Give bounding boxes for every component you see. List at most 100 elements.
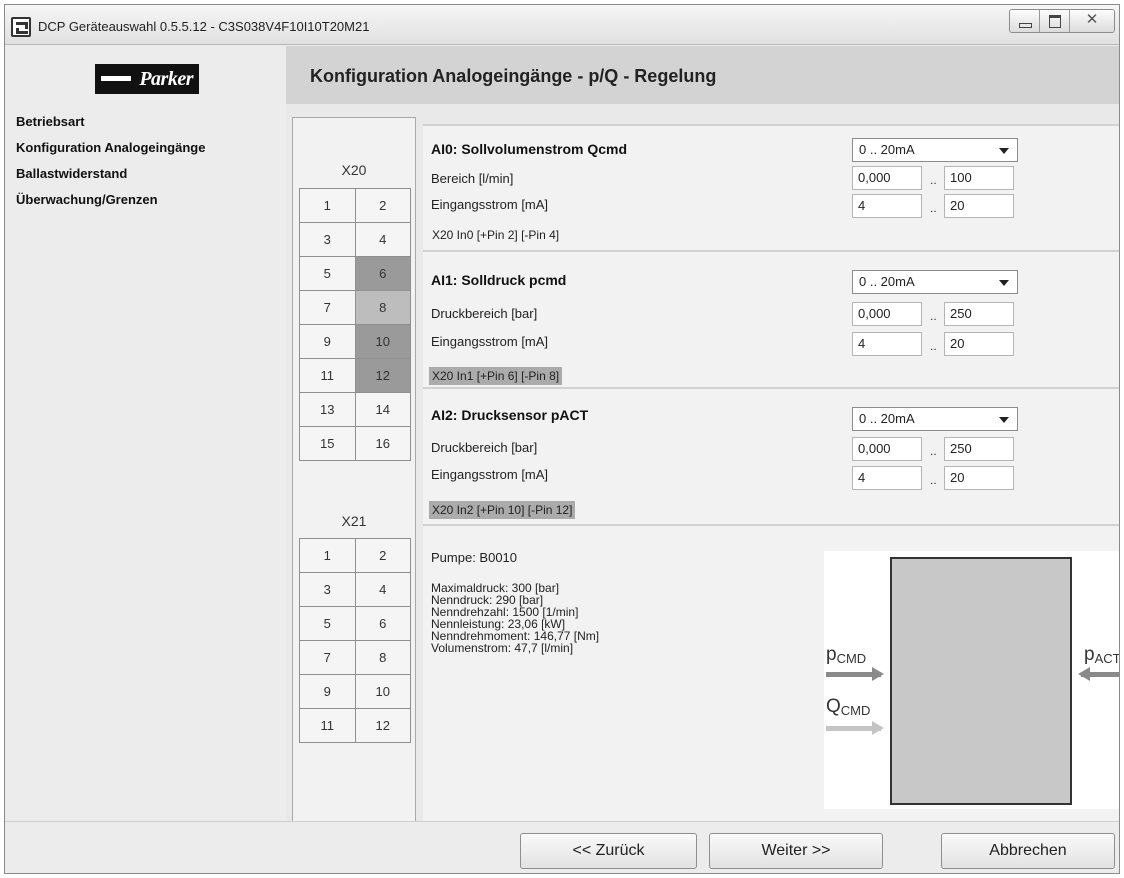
ai1-mode-select[interactable]: 0 .. 20mA [852, 270, 1018, 294]
app-icon [11, 17, 31, 37]
sidebar-item-ballastwiderstand[interactable]: Ballastwiderstand [16, 161, 205, 187]
sidebar-item-ueberwachung-grenzen[interactable]: Überwachung/Grenzen [16, 187, 205, 213]
ai2-mode-select[interactable]: 0 .. 20mA [852, 407, 1018, 431]
q-cmd-label: QCMD [826, 696, 870, 718]
pin-cell: 11 [300, 359, 356, 393]
connector-x21-label: X21 [341, 513, 367, 529]
pin-cell-highlighted: 6 [355, 257, 411, 291]
ai0-current-label: Eingangsstrom [mA] [431, 197, 549, 212]
cancel-button[interactable]: Abbrechen [941, 833, 1115, 869]
pin-assignment-panel: X20 1 2 3 4 5 6 7 8 9 10 11 12 13 14 15 … [292, 117, 416, 822]
ai1-current-min-input[interactable]: 4 [852, 332, 922, 356]
p-act-label: pACT [1084, 644, 1120, 666]
pin-row: 5 6 [300, 257, 411, 291]
maximize-button[interactable] [1040, 10, 1070, 32]
ai2-current-max-input[interactable]: 20 [944, 466, 1014, 490]
pin-row: 1 2 [300, 539, 411, 573]
pump-name: Pumpe: B0010 [431, 550, 518, 565]
ai1-range-max-input[interactable]: 250 [944, 302, 1014, 326]
pin-row: 11 12 [300, 709, 411, 743]
ai2-range-max-input[interactable]: 250 [944, 437, 1014, 461]
ai0-current-min-input[interactable]: 4 [852, 194, 922, 218]
ai0-title: AI0: Sollvolumenstrom Qcmd [431, 141, 628, 157]
pin-cell: 6 [355, 607, 411, 641]
pin-cell: 3 [300, 573, 356, 607]
parker-logo: Parker [95, 64, 199, 94]
pin-cell: 7 [300, 641, 356, 675]
p-cmd-subscript: CMD [836, 651, 867, 666]
sidebar-item-konfiguration-analogeingaenge[interactable]: Konfiguration Analogeingänge [16, 135, 205, 161]
window-title: DCP Geräteauswahl 0.5.5.12 - C3S038V4F10… [38, 19, 370, 34]
pin-row: 13 14 [300, 393, 411, 427]
pin-cell: 2 [355, 189, 411, 223]
wizard-footer: << Zurück Weiter >> Abbrechen [5, 821, 1119, 873]
minimize-button[interactable] [1010, 10, 1040, 32]
page-title: Konfiguration Analogeingänge - p/Q - Reg… [310, 66, 717, 86]
pin-cell: 14 [355, 393, 411, 427]
range-separator: .. [930, 473, 937, 487]
content-panel: X20 1 2 3 4 5 6 7 8 9 10 11 12 13 14 15 … [286, 104, 1120, 822]
ai1-title: AI1: Solldruck pcmd [431, 272, 567, 288]
range-separator: .. [930, 444, 937, 458]
pin-cell: 9 [300, 325, 356, 359]
pin-row: 15 16 [300, 427, 411, 461]
range-separator: .. [930, 173, 937, 187]
pin-row: 9 10 [300, 675, 411, 709]
p-act-subscript: ACT [1094, 651, 1120, 666]
analog-input-ai0-section: AI0: Sollvolumenstrom Qcmd 0 .. 20mA Ber… [423, 124, 1119, 250]
pin-row: 5 6 [300, 607, 411, 641]
pin-cell: 2 [355, 539, 411, 573]
p-cmd-label: pCMD [826, 644, 866, 666]
pin-cell: 4 [355, 573, 411, 607]
range-separator: .. [930, 309, 937, 323]
ai1-current-max-input[interactable]: 20 [944, 332, 1014, 356]
range-separator: .. [930, 339, 937, 353]
chevron-down-icon [999, 148, 1009, 154]
chevron-down-icon [999, 417, 1009, 423]
pin-row: 1 2 [300, 189, 411, 223]
pin-cell: 5 [300, 257, 356, 291]
ai0-mode-value: 0 .. 20mA [859, 142, 915, 157]
q-cmd-arrow-icon [826, 721, 884, 735]
ai0-current-max-input[interactable]: 20 [944, 194, 1014, 218]
pin-cell: 15 [300, 427, 356, 461]
chevron-down-icon [999, 280, 1009, 286]
ai0-range-max-input[interactable]: 100 [944, 166, 1014, 190]
pin-cell-highlighted: 8 [355, 291, 411, 325]
ai2-current-min-input[interactable]: 4 [852, 466, 922, 490]
next-button[interactable]: Weiter >> [709, 833, 883, 869]
ai0-mode-select[interactable]: 0 .. 20mA [852, 138, 1018, 162]
ai0-range-min-input[interactable]: 0,000 [852, 166, 922, 190]
ai2-range-min-input[interactable]: 0,000 [852, 437, 922, 461]
pin-cell: 3 [300, 223, 356, 257]
range-separator: .. [930, 201, 937, 215]
ai2-title: AI2: Drucksensor pACT [431, 407, 589, 423]
pin-cell: 4 [355, 223, 411, 257]
ai2-mode-value: 0 .. 20mA [859, 411, 915, 426]
connector-x20-label: X20 [341, 162, 367, 178]
p-act-symbol: p [1084, 644, 1095, 665]
p-act-arrow-icon [1078, 667, 1119, 681]
ai1-current-label: Eingangsstrom [mA] [431, 334, 549, 349]
back-button[interactable]: << Zurück [520, 833, 697, 869]
ai1-mode-value: 0 .. 20mA [859, 274, 915, 289]
close-button[interactable]: ✕ [1070, 10, 1114, 32]
title-bar[interactable]: DCP Geräteauswahl 0.5.5.12 - C3S038V4F10… [5, 5, 1119, 45]
pin-row: 11 12 [300, 359, 411, 393]
pin-cell: 16 [355, 427, 411, 461]
pump-info-section: Pumpe: B0010 Maximaldruck: 300 [bar] Nen… [423, 524, 1120, 821]
page-header: Konfiguration Analogeingänge - p/Q - Reg… [286, 46, 1119, 104]
connector-x21-grid: 1 2 3 4 5 6 7 8 9 10 11 12 [299, 538, 411, 743]
sidebar-item-betriebsart[interactable]: Betriebsart [16, 109, 205, 135]
ai1-range-min-input[interactable]: 0,000 [852, 302, 922, 326]
application-window: DCP Geräteauswahl 0.5.5.12 - C3S038V4F10… [4, 4, 1120, 874]
pin-row: 3 4 [300, 223, 411, 257]
ai0-range-label: Bereich [l/min] [431, 171, 514, 186]
pump-specs-list: Maximaldruck: 300 [bar] Nenndruck: 290 [… [431, 582, 599, 654]
ai1-range-label: Druckbereich [bar] [431, 306, 538, 321]
pin-cell: 10 [355, 675, 411, 709]
pin-row: 7 8 [300, 641, 411, 675]
ai2-pin-assignment: X20 In2 [+Pin 10] [-Pin 12] [429, 501, 576, 519]
pin-cell-highlighted: 12 [355, 359, 411, 393]
analog-input-ai1-section: AI1: Solldruck pcmd 0 .. 20mA Druckberei… [423, 250, 1119, 387]
